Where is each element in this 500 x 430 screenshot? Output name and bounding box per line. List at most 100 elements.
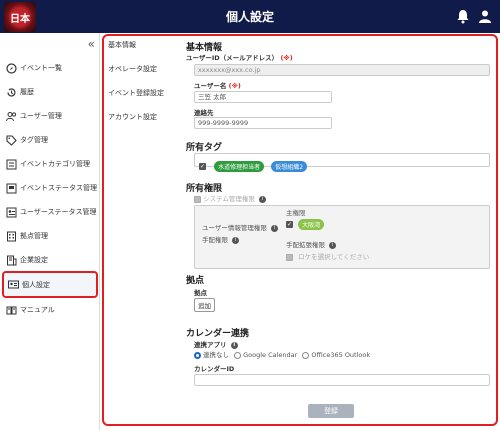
main-permission-chip[interactable]: 大阪湾 <box>298 219 325 230</box>
userid-label-text: ユーザーID（メールアドレス） <box>186 54 279 62</box>
calendar-app-label: 連携アプリ i <box>194 339 238 349</box>
system-admin-row[interactable]: システム管理権限 i <box>194 193 266 203</box>
dispatch-ext-label: 手配拡張権限 <box>286 241 325 249</box>
username-field[interactable]: 三笠 太郎 <box>194 91 332 103</box>
radio-label: 連携なし <box>203 351 229 359</box>
sidebar-item-history[interactable]: 履歴 <box>2 80 98 104</box>
info-icon[interactable]: i <box>230 341 238 349</box>
username-label: ユーザー名 (※) <box>194 80 241 90</box>
dispatch-ext-checkbox[interactable] <box>286 253 293 261</box>
user-icon[interactable] <box>478 9 492 24</box>
sidebar-item-label: 拠点管理 <box>20 232 48 240</box>
tags-checkbox[interactable]: ✓ <box>199 163 206 170</box>
add-base-button[interactable]: 追加 <box>194 298 215 312</box>
radio-button[interactable] <box>194 351 201 359</box>
contact-label: 連絡先 <box>194 109 214 117</box>
sidebar-item-label: 履歴 <box>20 88 34 96</box>
calendar-app-label-text: 連携アプリ <box>194 341 227 349</box>
system-admin-label: システム管理権限 <box>203 195 255 203</box>
sidebar-item-label: イベントカテゴリ管理 <box>20 160 90 168</box>
subnav-basic-info[interactable]: 基本情報 <box>108 40 136 50</box>
collapse-sidebar-icon[interactable]: « <box>88 37 95 51</box>
dispatch-ext-placeholder: ロケを選択してください <box>298 253 370 261</box>
username-label-text: ユーザー名 <box>194 82 227 90</box>
sidebar-item-label: タグ管理 <box>20 136 48 144</box>
sidebar-item-user-status[interactable]: ユーザーステータス管理 <box>2 200 98 224</box>
base-label: 拠点 <box>194 289 207 297</box>
required-mark: (※) <box>280 54 293 62</box>
sidebar-item-label: マニュアル <box>20 306 55 314</box>
dispatch-ext-row: 手配拡張権限 i <box>286 239 337 249</box>
history-icon <box>5 86 17 98</box>
user-info-admin-label: ユーザー情報管理権限 <box>202 224 267 232</box>
main-permission-row[interactable]: ✓ 大阪湾 <box>286 219 326 230</box>
users-icon <box>5 110 17 122</box>
sidebar-item-event-status[interactable]: イベントステータス管理 <box>2 176 98 200</box>
tag-chip[interactable]: 水道修理担当者 <box>214 161 265 172</box>
building-icon <box>5 230 17 242</box>
sidebar-item-label: ユーザー管理 <box>20 112 62 120</box>
subnav-event-registration-settings[interactable]: イベント登録設定 <box>108 88 164 98</box>
dispatch-label: 手配権限 <box>202 236 228 244</box>
sidebar-item-event-list[interactable]: イベント一覧 <box>2 56 98 80</box>
book-icon <box>5 304 17 316</box>
dispatch-ext-select-row[interactable]: ロケを選択してください <box>286 251 369 261</box>
radio-button[interactable] <box>234 351 242 359</box>
sidebar-item-company-settings[interactable]: 企業設定 <box>2 248 98 272</box>
sidebar-item-label: イベントステータス管理 <box>20 184 97 192</box>
system-admin-checkbox[interactable] <box>194 195 201 203</box>
sidebar-item-event-category[interactable]: イベントカテゴリ管理 <box>2 152 98 176</box>
id-card-icon <box>7 279 19 291</box>
sidebar-item-manual[interactable]: マニュアル <box>2 298 98 322</box>
page-title: 個人設定 <box>225 10 274 24</box>
section-title-calendar: カレンダー連携 <box>186 329 250 339</box>
radio-outlook[interactable]: Office365 Outlook <box>302 351 370 359</box>
info-icon[interactable]: i <box>258 195 266 203</box>
tag-icon <box>5 134 17 146</box>
company-icon <box>5 254 17 266</box>
info-icon[interactable]: i <box>232 236 240 244</box>
bell-icon[interactable] <box>456 9 470 24</box>
calendar-id-field[interactable] <box>194 374 490 386</box>
section-title-base: 拠点 <box>186 276 205 286</box>
tags-box[interactable]: ✓ 水道修理担当者 仮想組織2 <box>194 153 490 172</box>
sidebar-item-base[interactable]: 拠点管理 <box>2 224 98 248</box>
sidebar-item-personal-settings[interactable]: 個人設定 <box>2 271 98 298</box>
sidebar: « イベント一覧 履歴 ユーザー管理 タグ管理 イベントカテゴリ管理 イベントス… <box>0 33 100 430</box>
compass-icon <box>5 62 17 74</box>
category-icon <box>5 158 17 170</box>
settings-content: 基本情報 ユーザーID（メールアドレス） (※) xxxxxxx@xxx.co.… <box>180 36 494 422</box>
settings-subnav: 基本情報 オペレータ設定 イベント登録設定 アカウント設定 <box>104 36 178 422</box>
register-button[interactable]: 登録 <box>308 404 354 418</box>
userid-field: xxxxxxx@xxx.co.jp <box>194 64 490 76</box>
radio-none[interactable]: 連携なし <box>194 351 229 359</box>
calendar-id-label: カレンダーID <box>194 365 235 373</box>
sidebar-item-label: 個人設定 <box>22 280 50 289</box>
info-icon[interactable]: i <box>270 224 278 232</box>
main-permission-label: 主権限 <box>286 209 306 217</box>
status-icon <box>5 182 17 194</box>
radio-label: Office365 Outlook <box>311 351 371 359</box>
subnav-account-settings[interactable]: アカウント設定 <box>108 112 157 122</box>
required-mark: (※) <box>228 82 241 90</box>
dispatch-row: 手配権限 i <box>202 234 240 244</box>
section-title-tags: 所有タグ <box>186 143 223 153</box>
user-info-admin-row: ユーザー情報管理権限 i <box>202 222 278 232</box>
sidebar-item-users[interactable]: ユーザー管理 <box>2 104 98 128</box>
tag-chip[interactable]: 仮想組織2 <box>271 161 308 172</box>
calendar-app-options: 連携なし Google Calendar Office365 Outlook <box>194 349 370 359</box>
userid-label: ユーザーID（メールアドレス） (※) <box>186 52 293 62</box>
sidebar-item-label: イベント一覧 <box>20 64 62 72</box>
sidebar-item-label: 企業設定 <box>20 256 48 264</box>
info-icon[interactable]: i <box>329 241 337 249</box>
user-status-icon <box>5 206 17 218</box>
subnav-operator-settings[interactable]: オペレータ設定 <box>108 64 157 74</box>
radio-button[interactable] <box>302 351 310 359</box>
radio-google[interactable]: Google Calendar <box>234 351 297 359</box>
sidebar-item-label: ユーザーステータス管理 <box>20 208 97 216</box>
main-permission-checkbox[interactable]: ✓ <box>286 221 293 228</box>
top-header: 日本 個人設定 <box>0 0 500 33</box>
sidebar-item-tags[interactable]: タグ管理 <box>2 128 98 152</box>
contact-field[interactable]: 999-9999-9999 <box>194 117 332 129</box>
radio-label: Google Calendar <box>243 351 298 359</box>
